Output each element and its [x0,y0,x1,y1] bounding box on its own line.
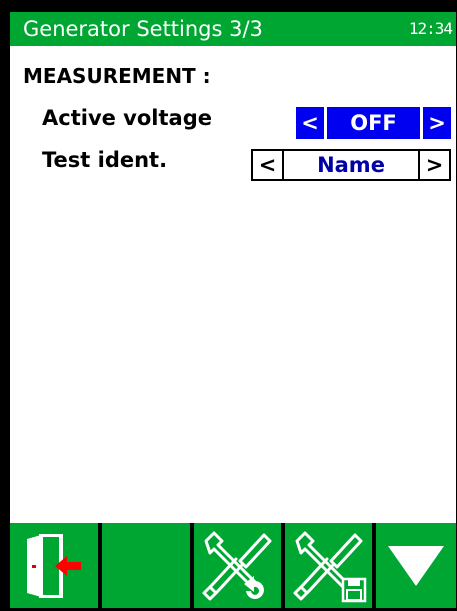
window-title: Generator Settings 3/3 [23,17,263,41]
arrow-down-icon [388,545,444,586]
test-ident-next-button[interactable]: > [418,151,449,179]
exit-button[interactable] [10,523,98,608]
reset-settings-button[interactable] [194,523,281,608]
test-ident-value: Name [317,153,385,177]
save-settings-button[interactable] [285,523,372,608]
active-voltage-prev-button[interactable]: < [296,107,327,139]
bottom-toolbar [10,523,456,608]
exit-door-icon [27,533,81,598]
test-ident-selector[interactable]: < Name > [251,149,451,181]
active-voltage-selector[interactable]: < OFF > [296,107,451,139]
active-voltage-value: OFF [350,111,397,135]
empty-toolbar-button[interactable] [102,523,190,608]
section-title: MEASUREMENT : [23,64,211,88]
test-ident-label: Test ident. [42,148,168,172]
active-voltage-next-button[interactable]: > [420,107,451,139]
tools-undo-icon [202,531,271,600]
device-screen: Generator Settings 3/3 12:34 MEASUREMENT… [10,12,456,608]
title-bar: Generator Settings 3/3 12:34 [10,12,456,46]
active-voltage-label: Active voltage [42,106,212,130]
clock: 12:34 [408,19,453,38]
tools-save-icon [293,531,366,602]
next-page-button[interactable] [376,523,456,608]
test-ident-prev-button[interactable]: < [253,151,284,179]
